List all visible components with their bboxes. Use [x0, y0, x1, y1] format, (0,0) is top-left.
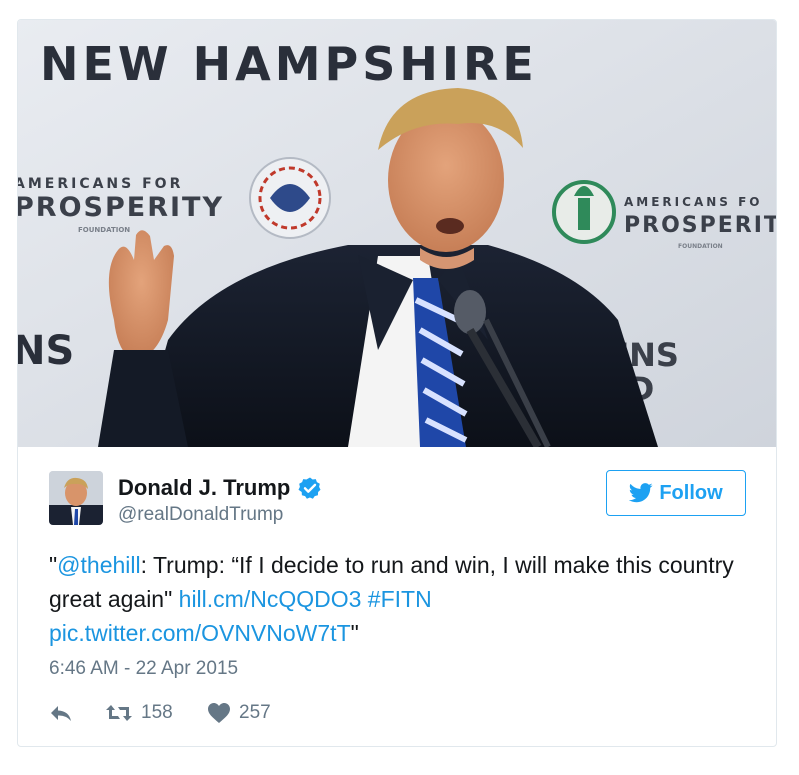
tweet-text: "@thehill: Trump: “If I decide to run an… [49, 548, 739, 650]
backdrop-text-bottom-left: NS [18, 328, 74, 374]
backdrop-title: NEW HAMPSHIRE [40, 37, 538, 91]
tweet-header: Donald J. Trump @realDonaldTrump Follow [18, 447, 776, 537]
backdrop-org-right-big: PROSPERIT [624, 213, 776, 238]
user-handle[interactable]: @realDonaldTrump [118, 504, 283, 526]
backdrop-org-right-small: AMERICANS FO [624, 195, 763, 209]
tweet-actions: 158 257 [49, 700, 271, 726]
heart-icon [208, 703, 230, 723]
quote-close: " [350, 620, 359, 646]
pic-link[interactable]: pic.twitter.com/OVNVNoW7tT [49, 620, 351, 646]
reply-button[interactable] [49, 703, 105, 723]
reply-icon [51, 706, 71, 721]
tweet-photo[interactable]: NEW HAMPSHIRE AMERICANS FOR PROSPERITY F… [18, 20, 776, 447]
twitter-bird-icon [629, 483, 653, 503]
follow-button[interactable]: Follow [606, 470, 746, 516]
tweet-card: NEW HAMPSHIRE AMERICANS FOR PROSPERITY F… [17, 19, 777, 747]
follow-button-label: Follow [659, 481, 723, 504]
photo-illustration: NEW HAMPSHIRE AMERICANS FOR PROSPERITY F… [18, 20, 776, 447]
backdrop-seal-icon [249, 157, 331, 239]
article-link[interactable]: hill.cm/NcQQDO3 [179, 586, 362, 612]
like-count: 257 [239, 702, 271, 723]
quote-open: " [49, 552, 58, 578]
backdrop-org-left-small: AMERICANS FOR [18, 176, 183, 192]
user-name-text: Donald J. Trump [118, 475, 291, 500]
retweet-count: 158 [141, 702, 173, 723]
retweet-button[interactable]: 158 [105, 702, 207, 724]
profile-photo-icon [49, 471, 103, 525]
like-button[interactable]: 257 [207, 702, 271, 724]
user-name[interactable]: Donald J. Trump [118, 475, 322, 501]
backdrop-org-left-big: PROSPERITY [18, 192, 224, 223]
mention-link[interactable]: @thehill [57, 552, 140, 578]
backdrop-torch-logo-icon [552, 180, 616, 244]
hashtag-link[interactable]: #FITN [368, 586, 432, 612]
tweet-timestamp[interactable]: 6:46 AM - 22 Apr 2015 [49, 658, 238, 680]
verified-badge-icon [298, 477, 321, 499]
retweet-icon [106, 705, 132, 721]
avatar[interactable] [49, 471, 103, 525]
backdrop-org-right-tiny: FOUNDATION [678, 243, 723, 250]
backdrop-org-left-tiny: FOUNDATION [78, 226, 130, 234]
